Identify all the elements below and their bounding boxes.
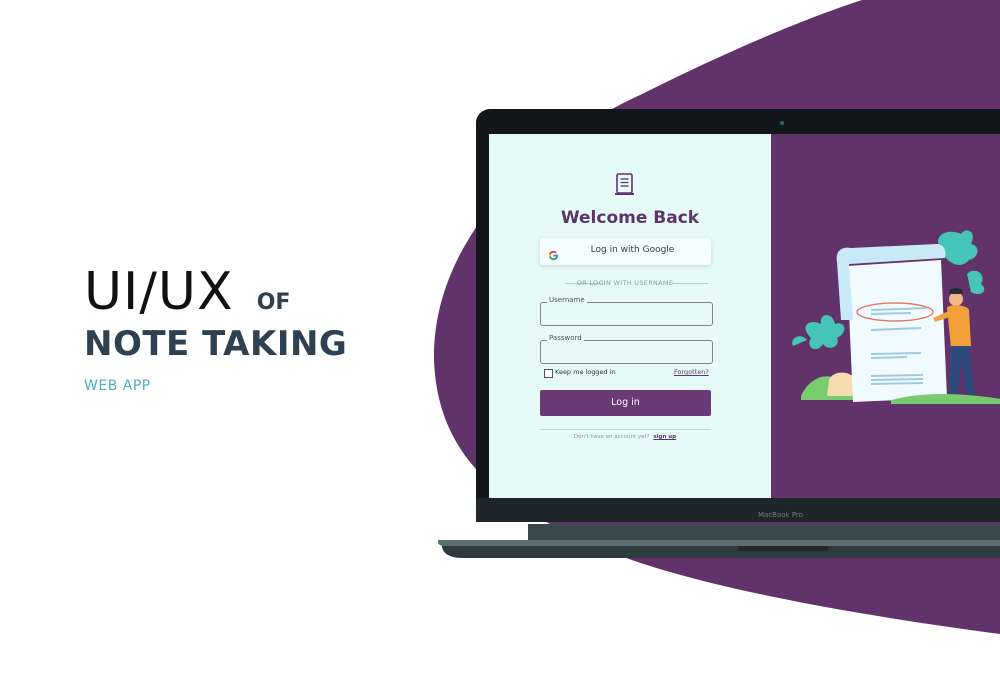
welcome-heading: Welcome Back (560, 208, 700, 228)
camera-icon (780, 121, 784, 125)
signup-row: Don't have an account yet? sign up (489, 434, 761, 440)
forgot-password-link[interactable]: Forgotten? (674, 368, 709, 376)
person-illustration (792, 230, 1000, 404)
hero-title-note-taking: NOTE TAKING (84, 324, 348, 364)
keep-logged-in-checkbox[interactable] (544, 369, 553, 378)
hero-subtitle: WEB APP (84, 378, 151, 394)
password-field[interactable]: Password (540, 334, 713, 364)
google-login-label: Log in with Google (590, 245, 675, 255)
login-button-label: Log in (611, 397, 640, 408)
signup-prompt: Don't have an account yet? (573, 434, 650, 440)
username-label: Username (547, 296, 587, 304)
laptop-base (438, 524, 1000, 558)
illustration-panel (771, 134, 1000, 498)
google-login-button[interactable]: Log in with Google (540, 238, 711, 265)
login-panel: Welcome Back Log in with Google OR LOGIN… (489, 134, 771, 498)
footer-divider (540, 429, 711, 430)
laptop-bezel-chin (476, 498, 1000, 522)
password-label: Password (547, 334, 584, 342)
keep-logged-in-label: Keep me logged in (555, 368, 616, 376)
note-icon (614, 172, 636, 200)
hero-title-uiux: UI/UX (84, 262, 234, 322)
laptop-model-label: MacBook Pro (758, 511, 803, 519)
laptop-screen: Welcome Back Log in with Google OR LOGIN… (489, 134, 1000, 498)
hero-title-of: OF (256, 290, 291, 315)
login-button[interactable]: Log in (540, 390, 711, 416)
signup-link[interactable]: sign up (653, 434, 676, 440)
hero-headline: UI/UX OF NOTE TAKING WEB APP (84, 262, 347, 394)
login-divider-text: OR LOGIN WITH USERNAME (576, 279, 674, 287)
username-field[interactable]: Username (540, 296, 713, 326)
divider-line-right (672, 283, 708, 284)
